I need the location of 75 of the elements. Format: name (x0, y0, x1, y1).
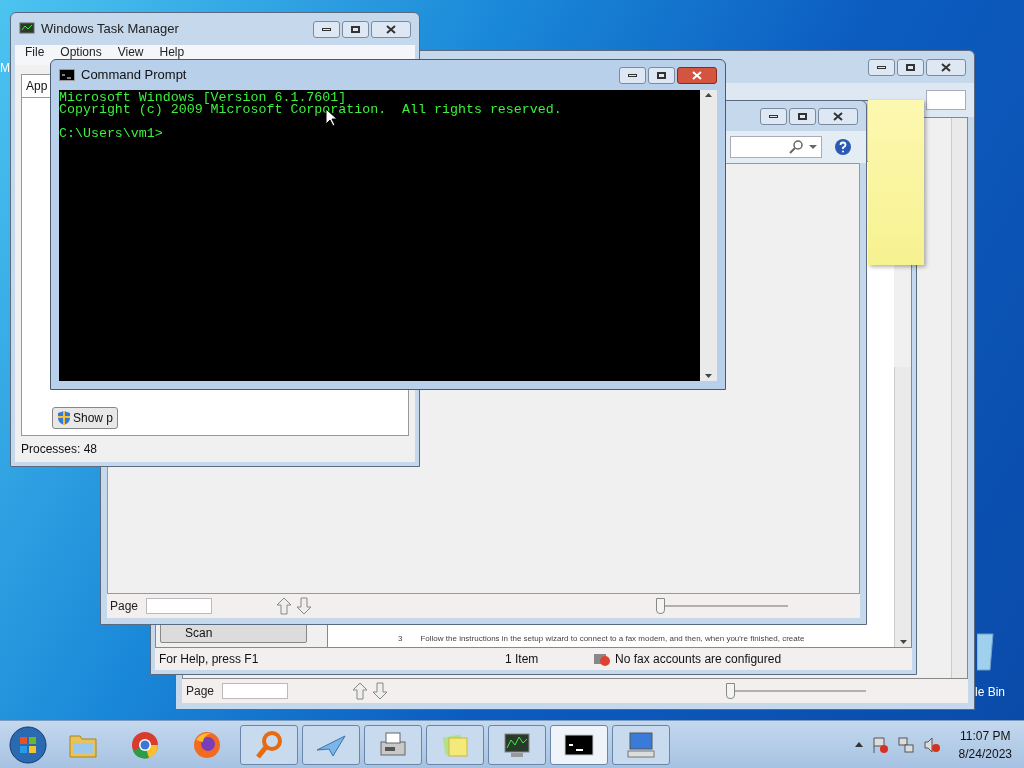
console-line: Microsoft Windows [Version 6.1.7601] (59, 92, 347, 104)
tab[interactable]: App (21, 74, 53, 97)
status-text: For Help, press F1 (158, 651, 260, 668)
console-icon (59, 69, 75, 81)
maximize-button[interactable] (789, 107, 816, 125)
close-button[interactable] (371, 20, 411, 38)
console-prompt: C:\Users\vm1> (59, 128, 163, 140)
dropdown-caret-icon (809, 145, 817, 149)
zoom-slider[interactable] (726, 683, 867, 699)
taskbar-button[interactable] (488, 724, 546, 765)
scroll-up-icon[interactable] (705, 93, 712, 97)
status-text: No fax accounts are configured (615, 651, 782, 668)
start-button[interactable] (6, 724, 50, 765)
flag-icon[interactable] (870, 735, 889, 754)
task-manager-icon (19, 22, 35, 36)
help-icon[interactable] (834, 138, 852, 156)
window-title: Command Prompt (81, 66, 187, 85)
status-text: Processes: 48 (21, 441, 98, 458)
maximize-button[interactable] (897, 58, 924, 76)
scrollbar[interactable] (951, 118, 967, 678)
close-icon (692, 70, 702, 80)
minimize-button[interactable] (313, 20, 340, 38)
menu-item[interactable]: Help (159, 45, 185, 59)
menu-item[interactable]: Options (60, 45, 102, 59)
taskbar-button[interactable] (550, 724, 608, 765)
minimize-button[interactable] (868, 58, 895, 76)
chrome-icon (129, 729, 161, 760)
close-icon (941, 62, 951, 72)
clock-date[interactable]: 8/24/2023 (958, 744, 1012, 763)
shield-icon (57, 410, 71, 426)
menu-item[interactable]: View (117, 45, 144, 59)
page-field[interactable] (222, 683, 289, 699)
up-arrow-icon[interactable] (352, 682, 369, 700)
search-field[interactable] (926, 90, 966, 110)
scrollbar[interactable] (700, 90, 717, 381)
recycle-bin-icon[interactable] (977, 630, 997, 672)
page-label: Page (186, 683, 215, 700)
instruction-text: Follow the instructions in the setup wizard to connect to a fax modem, and then, when you're finished, create (420, 633, 805, 645)
close-button[interactable] (818, 107, 858, 125)
maximize-button[interactable] (342, 20, 369, 38)
menu-item[interactable]: File (25, 45, 45, 59)
windows-logo-icon (9, 725, 47, 764)
window-title: Windows Task Manager (41, 20, 179, 39)
down-arrow-icon[interactable] (296, 597, 313, 615)
down-arrow-icon[interactable] (372, 682, 389, 700)
close-icon (386, 24, 396, 34)
speaker-muted-icon[interactable] (922, 735, 941, 754)
close-button[interactable] (677, 66, 717, 84)
close-button[interactable] (926, 58, 966, 76)
show-hidden-icons-caret-icon[interactable] (854, 742, 863, 747)
step-number: 3 (398, 633, 403, 645)
search-icon (789, 140, 803, 154)
up-arrow-icon[interactable] (276, 597, 293, 615)
magnifier-icon (253, 729, 285, 760)
desktop-icon-label[interactable]: le Bin (975, 683, 1006, 701)
scroll-down-icon[interactable] (899, 640, 907, 644)
zoom-slider[interactable] (656, 598, 789, 614)
close-icon (833, 111, 843, 121)
console-line: Copyright (c) 2009 Microsoft Corporation. All rights reserved. (59, 104, 562, 116)
fax-error-icon (593, 652, 611, 666)
status-text: 1 Item (505, 651, 540, 668)
scroll-down-icon[interactable] (705, 374, 712, 378)
scan-button[interactable]: Scan (160, 623, 307, 643)
computer-keyboard-icon (625, 729, 657, 760)
maximize-button[interactable] (648, 66, 675, 84)
clock-time[interactable]: 11:07 PM (960, 726, 1011, 745)
page-field[interactable] (146, 598, 213, 614)
search-field[interactable] (730, 136, 822, 158)
show-processes-button[interactable]: Show p (52, 407, 119, 429)
firefox-icon (191, 729, 223, 760)
minimize-button[interactable] (619, 66, 646, 84)
network-icon[interactable] (896, 735, 915, 754)
page-label: Page (110, 598, 139, 615)
minimize-button[interactable] (760, 107, 787, 125)
scrollbar[interactable] (894, 367, 911, 647)
